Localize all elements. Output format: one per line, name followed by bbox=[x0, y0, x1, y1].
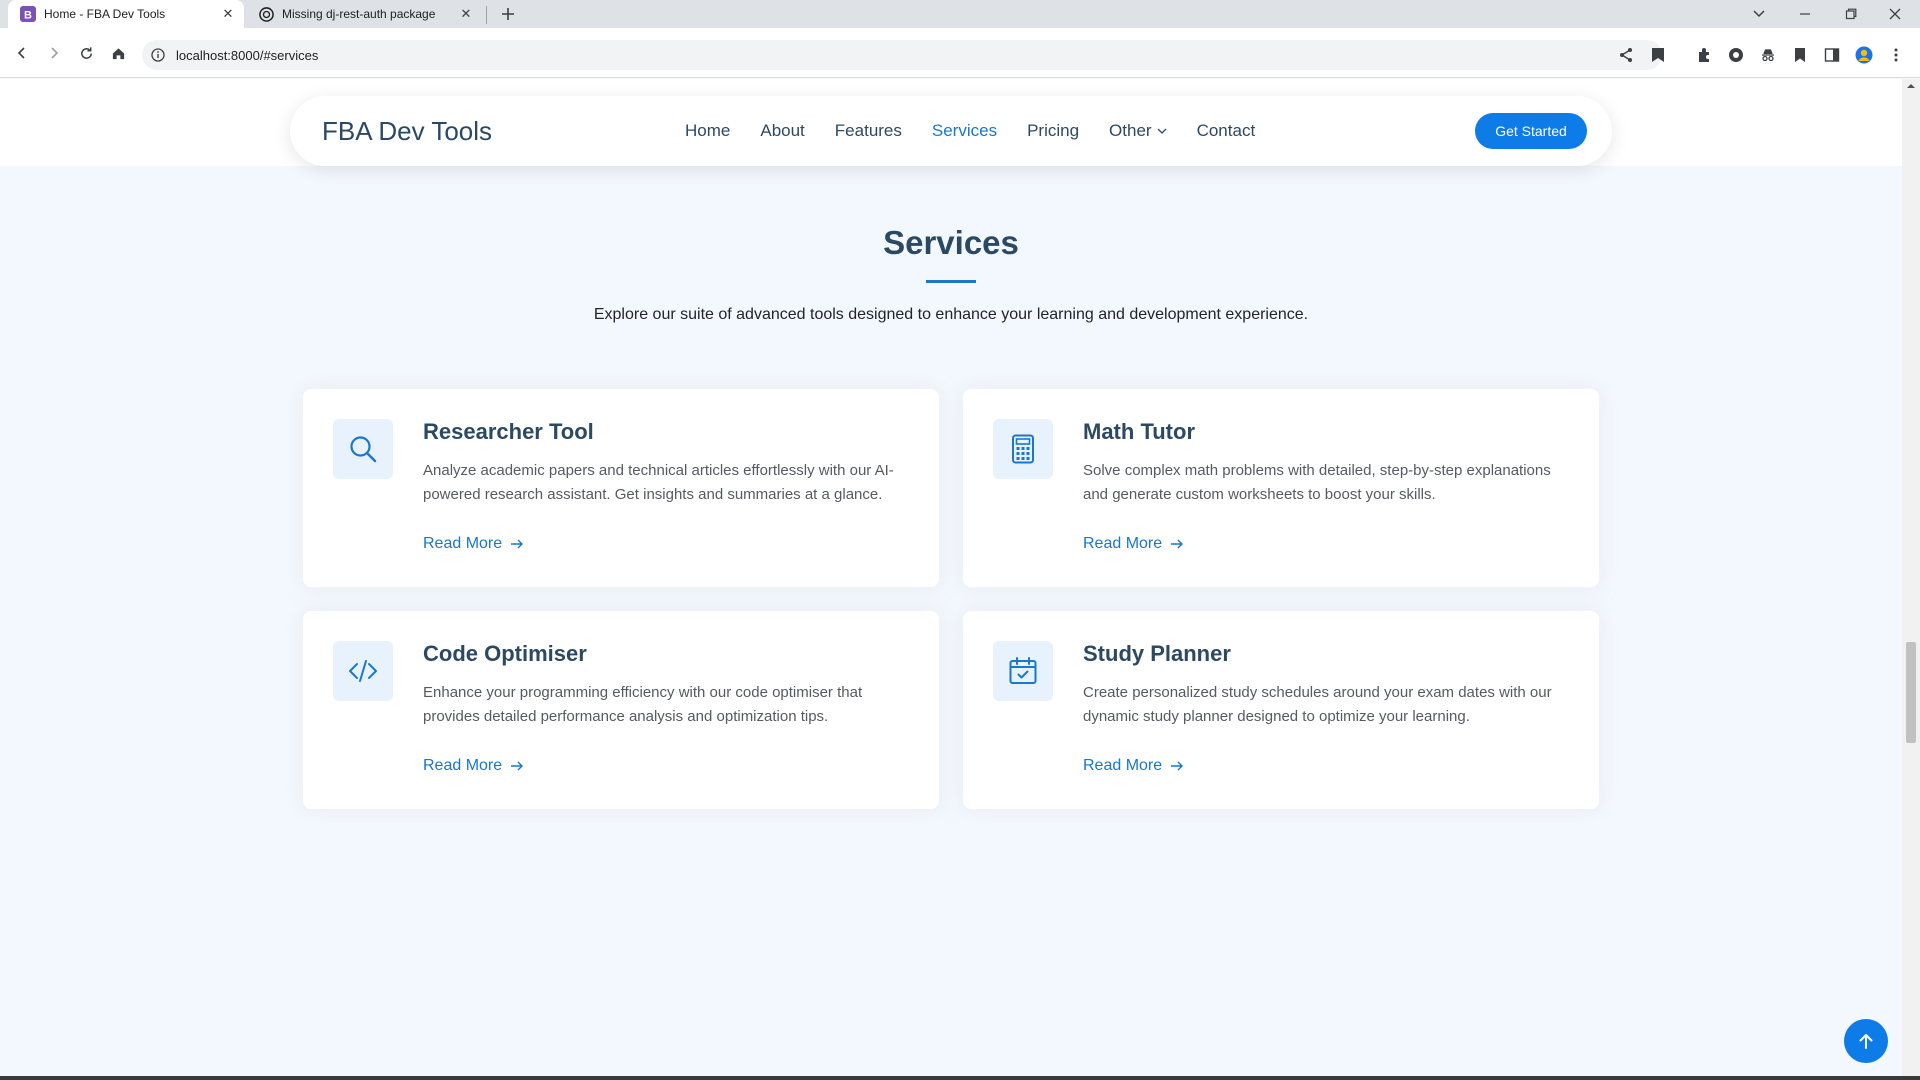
nav-link-services[interactable]: Services bbox=[932, 121, 997, 141]
nav-link-contact[interactable]: Contact bbox=[1197, 121, 1256, 141]
chevron-down-icon bbox=[1157, 128, 1167, 134]
navbar: FBA Dev Tools Home About Features Servic… bbox=[290, 96, 1612, 166]
url-text: localhost:8000/#services bbox=[176, 47, 319, 63]
browser-tab-bar: B Home - FBA Dev Tools ✕ Missing dj-rest… bbox=[0, 0, 1920, 28]
card-title: Code Optimiser bbox=[423, 641, 587, 666]
nav-link-pricing[interactable]: Pricing bbox=[1027, 121, 1079, 141]
extensions-icon[interactable] bbox=[1694, 45, 1714, 65]
reload-icon[interactable] bbox=[74, 41, 98, 65]
arrow-right-icon bbox=[510, 538, 524, 550]
nav-link-other-label: Other bbox=[1109, 121, 1152, 140]
card-description: Solve complex math problems with detaile… bbox=[1083, 462, 1551, 503]
card-title: Study Planner bbox=[1083, 641, 1231, 666]
site-logo[interactable]: FBA Dev Tools bbox=[322, 116, 492, 147]
card-description: Create personalized study schedules arou… bbox=[1083, 684, 1552, 725]
side-panel-icon[interactable] bbox=[1822, 45, 1842, 65]
search-icon bbox=[333, 419, 393, 479]
tab-chatgpt[interactable]: Missing dj-rest-auth package ✕ bbox=[252, 0, 480, 28]
read-more-label: Read More bbox=[423, 757, 503, 774]
read-more-link[interactable]: Read More bbox=[423, 535, 524, 553]
read-more-link[interactable]: Read More bbox=[1083, 757, 1184, 775]
nav-dropdown-other[interactable]: Other bbox=[1109, 121, 1167, 141]
code-icon bbox=[333, 641, 393, 701]
bootstrap-icon: B bbox=[20, 6, 36, 22]
close-icon[interactable]: ✕ bbox=[458, 6, 474, 22]
window-bottom-edge bbox=[0, 1076, 1920, 1080]
close-window-icon[interactable] bbox=[1884, 4, 1906, 24]
openai-icon bbox=[258, 6, 274, 22]
bookmark-star-icon[interactable] bbox=[1648, 45, 1668, 65]
profile-avatar-icon[interactable] bbox=[1854, 45, 1874, 65]
scroll-up-arrow-icon bbox=[1907, 84, 1915, 88]
read-more-label: Read More bbox=[423, 535, 503, 552]
service-card-math: Math Tutor Solve complex math problems w… bbox=[963, 389, 1599, 587]
tab-home[interactable]: B Home - FBA Dev Tools ✕ bbox=[8, 0, 244, 28]
forward-icon[interactable] bbox=[42, 41, 66, 65]
scroll-to-top-button[interactable] bbox=[1844, 1019, 1888, 1063]
nav-link-features[interactable]: Features bbox=[835, 121, 902, 141]
home-icon[interactable] bbox=[106, 41, 130, 65]
title-underline bbox=[926, 280, 976, 283]
restore-icon[interactable] bbox=[1840, 4, 1862, 24]
nav-link-home[interactable]: Home bbox=[685, 121, 730, 141]
section-title: Services bbox=[883, 224, 1019, 261]
nav-menu: Home About Features Services Pricing Oth… bbox=[685, 96, 1285, 166]
service-card-code: Code Optimiser Enhance your programming … bbox=[303, 611, 939, 809]
minimize-icon[interactable] bbox=[1794, 4, 1816, 24]
service-card-researcher: Researcher Tool Analyze academic papers … bbox=[303, 389, 939, 587]
svg-text:B: B bbox=[24, 10, 32, 22]
extension-circle-icon[interactable] bbox=[1726, 45, 1746, 65]
read-more-link[interactable]: Read More bbox=[423, 757, 524, 775]
page-scrollbar[interactable] bbox=[1902, 79, 1920, 1076]
tab-separator bbox=[486, 6, 487, 24]
site-info-icon[interactable] bbox=[150, 47, 166, 63]
read-more-label: Read More bbox=[1083, 757, 1163, 774]
address-bar[interactable]: localhost:8000/#services bbox=[142, 40, 1662, 70]
tab-title: Home - FBA Dev Tools bbox=[44, 7, 166, 21]
arrow-up-icon bbox=[1859, 1034, 1873, 1049]
incognito-icon[interactable] bbox=[1758, 45, 1778, 65]
menu-kebab-icon[interactable] bbox=[1886, 45, 1906, 65]
arrow-right-icon bbox=[1170, 538, 1184, 550]
scrollbar-thumb[interactable] bbox=[1906, 642, 1916, 743]
card-description: Enhance your programming efficiency with… bbox=[423, 684, 863, 725]
card-title: Math Tutor bbox=[1083, 419, 1196, 444]
new-tab-icon[interactable] bbox=[498, 4, 518, 24]
calculator-icon bbox=[993, 419, 1053, 479]
nav-link-about[interactable]: About bbox=[760, 121, 804, 141]
arrow-right-icon bbox=[510, 760, 524, 772]
tab-title: Missing dj-rest-auth package bbox=[282, 7, 436, 21]
bookmarks-icon[interactable] bbox=[1790, 45, 1810, 65]
read-more-label: Read More bbox=[1083, 535, 1163, 552]
card-title: Researcher Tool bbox=[423, 419, 594, 444]
page-viewport: FBA Dev Tools Home About Features Servic… bbox=[0, 79, 1902, 1076]
read-more-link[interactable]: Read More bbox=[1083, 535, 1184, 553]
section-subtitle: Explore our suite of advanced tools desi… bbox=[593, 306, 1309, 323]
share-icon[interactable] bbox=[1616, 45, 1636, 65]
card-description: Analyze academic papers and technical ar… bbox=[423, 462, 894, 503]
close-icon[interactable]: ✕ bbox=[220, 6, 236, 22]
back-icon[interactable] bbox=[10, 41, 34, 65]
get-started-button[interactable]: Get Started bbox=[1475, 113, 1587, 149]
arrow-right-icon bbox=[1170, 760, 1184, 772]
service-card-planner: Study Planner Create personalized study … bbox=[963, 611, 1599, 809]
tab-search-icon[interactable] bbox=[1748, 4, 1770, 24]
calendar-check-icon bbox=[993, 641, 1053, 701]
